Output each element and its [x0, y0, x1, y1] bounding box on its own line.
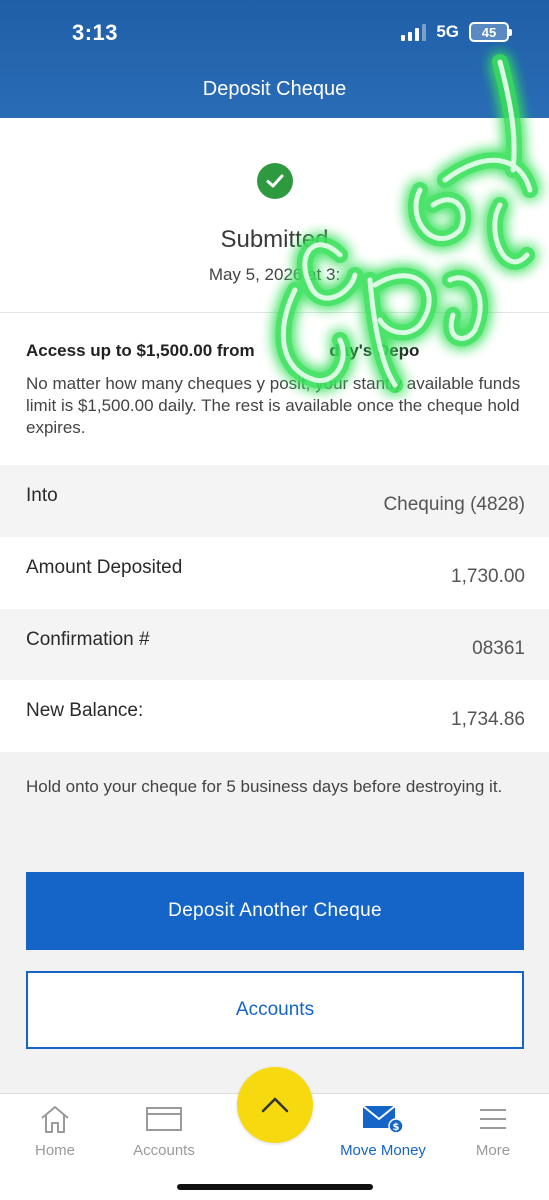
info-title-text: Access up to $1,500.00 from: [26, 341, 255, 360]
info-title: Access up to $1,500.00 from day's Depo: [26, 341, 523, 361]
battery-icon: 45: [469, 22, 512, 42]
detail-row-into: Into Chequing (4828): [0, 465, 549, 537]
tab-more[interactable]: More: [438, 1094, 548, 1174]
svg-text:$: $: [393, 1122, 400, 1133]
network-label: 5G: [436, 22, 459, 41]
info-body: No matter how many cheques y posit, your…: [26, 374, 521, 437]
menu-icon: [478, 1102, 508, 1136]
tab-move-money[interactable]: $ Move Money: [328, 1094, 438, 1174]
funds-availability-info: Access up to $1,500.00 from day's Depo N…: [0, 313, 549, 465]
detail-label: Into: [26, 485, 58, 506]
detail-label: Confirmation #: [26, 629, 150, 650]
tab-label: Home: [34, 1142, 75, 1159]
detail-value: Chequing (4828): [383, 494, 525, 515]
detail-label: New Balance:: [26, 700, 144, 721]
wallet-icon: [145, 1102, 183, 1136]
tab-accounts[interactable]: Accounts: [109, 1094, 219, 1174]
detail-value: 1,730.00: [451, 566, 525, 587]
chevron-up-icon: [261, 1097, 289, 1113]
quick-actions-button[interactable]: [237, 1067, 313, 1143]
home-icon: [38, 1102, 72, 1136]
detail-row-confirmation: Confirmation # 08361: [0, 609, 549, 681]
tab-home[interactable]: Home: [0, 1094, 110, 1174]
app-header: 3:13 5G 45 Deposit Cheque: [0, 0, 549, 118]
status-indicators: 5G 45: [401, 22, 512, 42]
tab-label: More: [475, 1142, 511, 1159]
success-check-icon: [257, 163, 293, 199]
accounts-button[interactable]: Accounts: [26, 971, 524, 1049]
detail-label: Amount Deposited: [26, 557, 183, 578]
submission-summary: Submitted May 5, 2026 at 3:: [0, 118, 549, 313]
tab-label: Move Money: [340, 1142, 426, 1159]
page-title: Deposit Cheque: [202, 78, 347, 100]
info-title-tail: day's Depo: [329, 341, 420, 360]
battery-level: 45: [481, 24, 497, 40]
submission-date: May 5, 2026 at 3:: [208, 265, 341, 284]
home-indicator: [177, 1184, 373, 1190]
tab-label: Accounts: [133, 1142, 195, 1159]
status-time: 3:13: [72, 20, 119, 45]
detail-row-amount: Amount Deposited 1,730.00: [0, 537, 549, 609]
detail-row-balance: New Balance: 1,734.86: [0, 680, 549, 752]
detail-value: 1,734.86: [451, 709, 525, 730]
signal-icon: [401, 23, 427, 41]
mail-dollar-icon: $: [361, 1102, 405, 1136]
detail-value: 08361: [472, 638, 525, 659]
hold-note: Hold onto your cheque for 5 business day…: [26, 777, 503, 796]
deposit-another-cheque-button[interactable]: Deposit Another Cheque: [26, 872, 524, 950]
submission-status: Submitted: [220, 226, 329, 253]
